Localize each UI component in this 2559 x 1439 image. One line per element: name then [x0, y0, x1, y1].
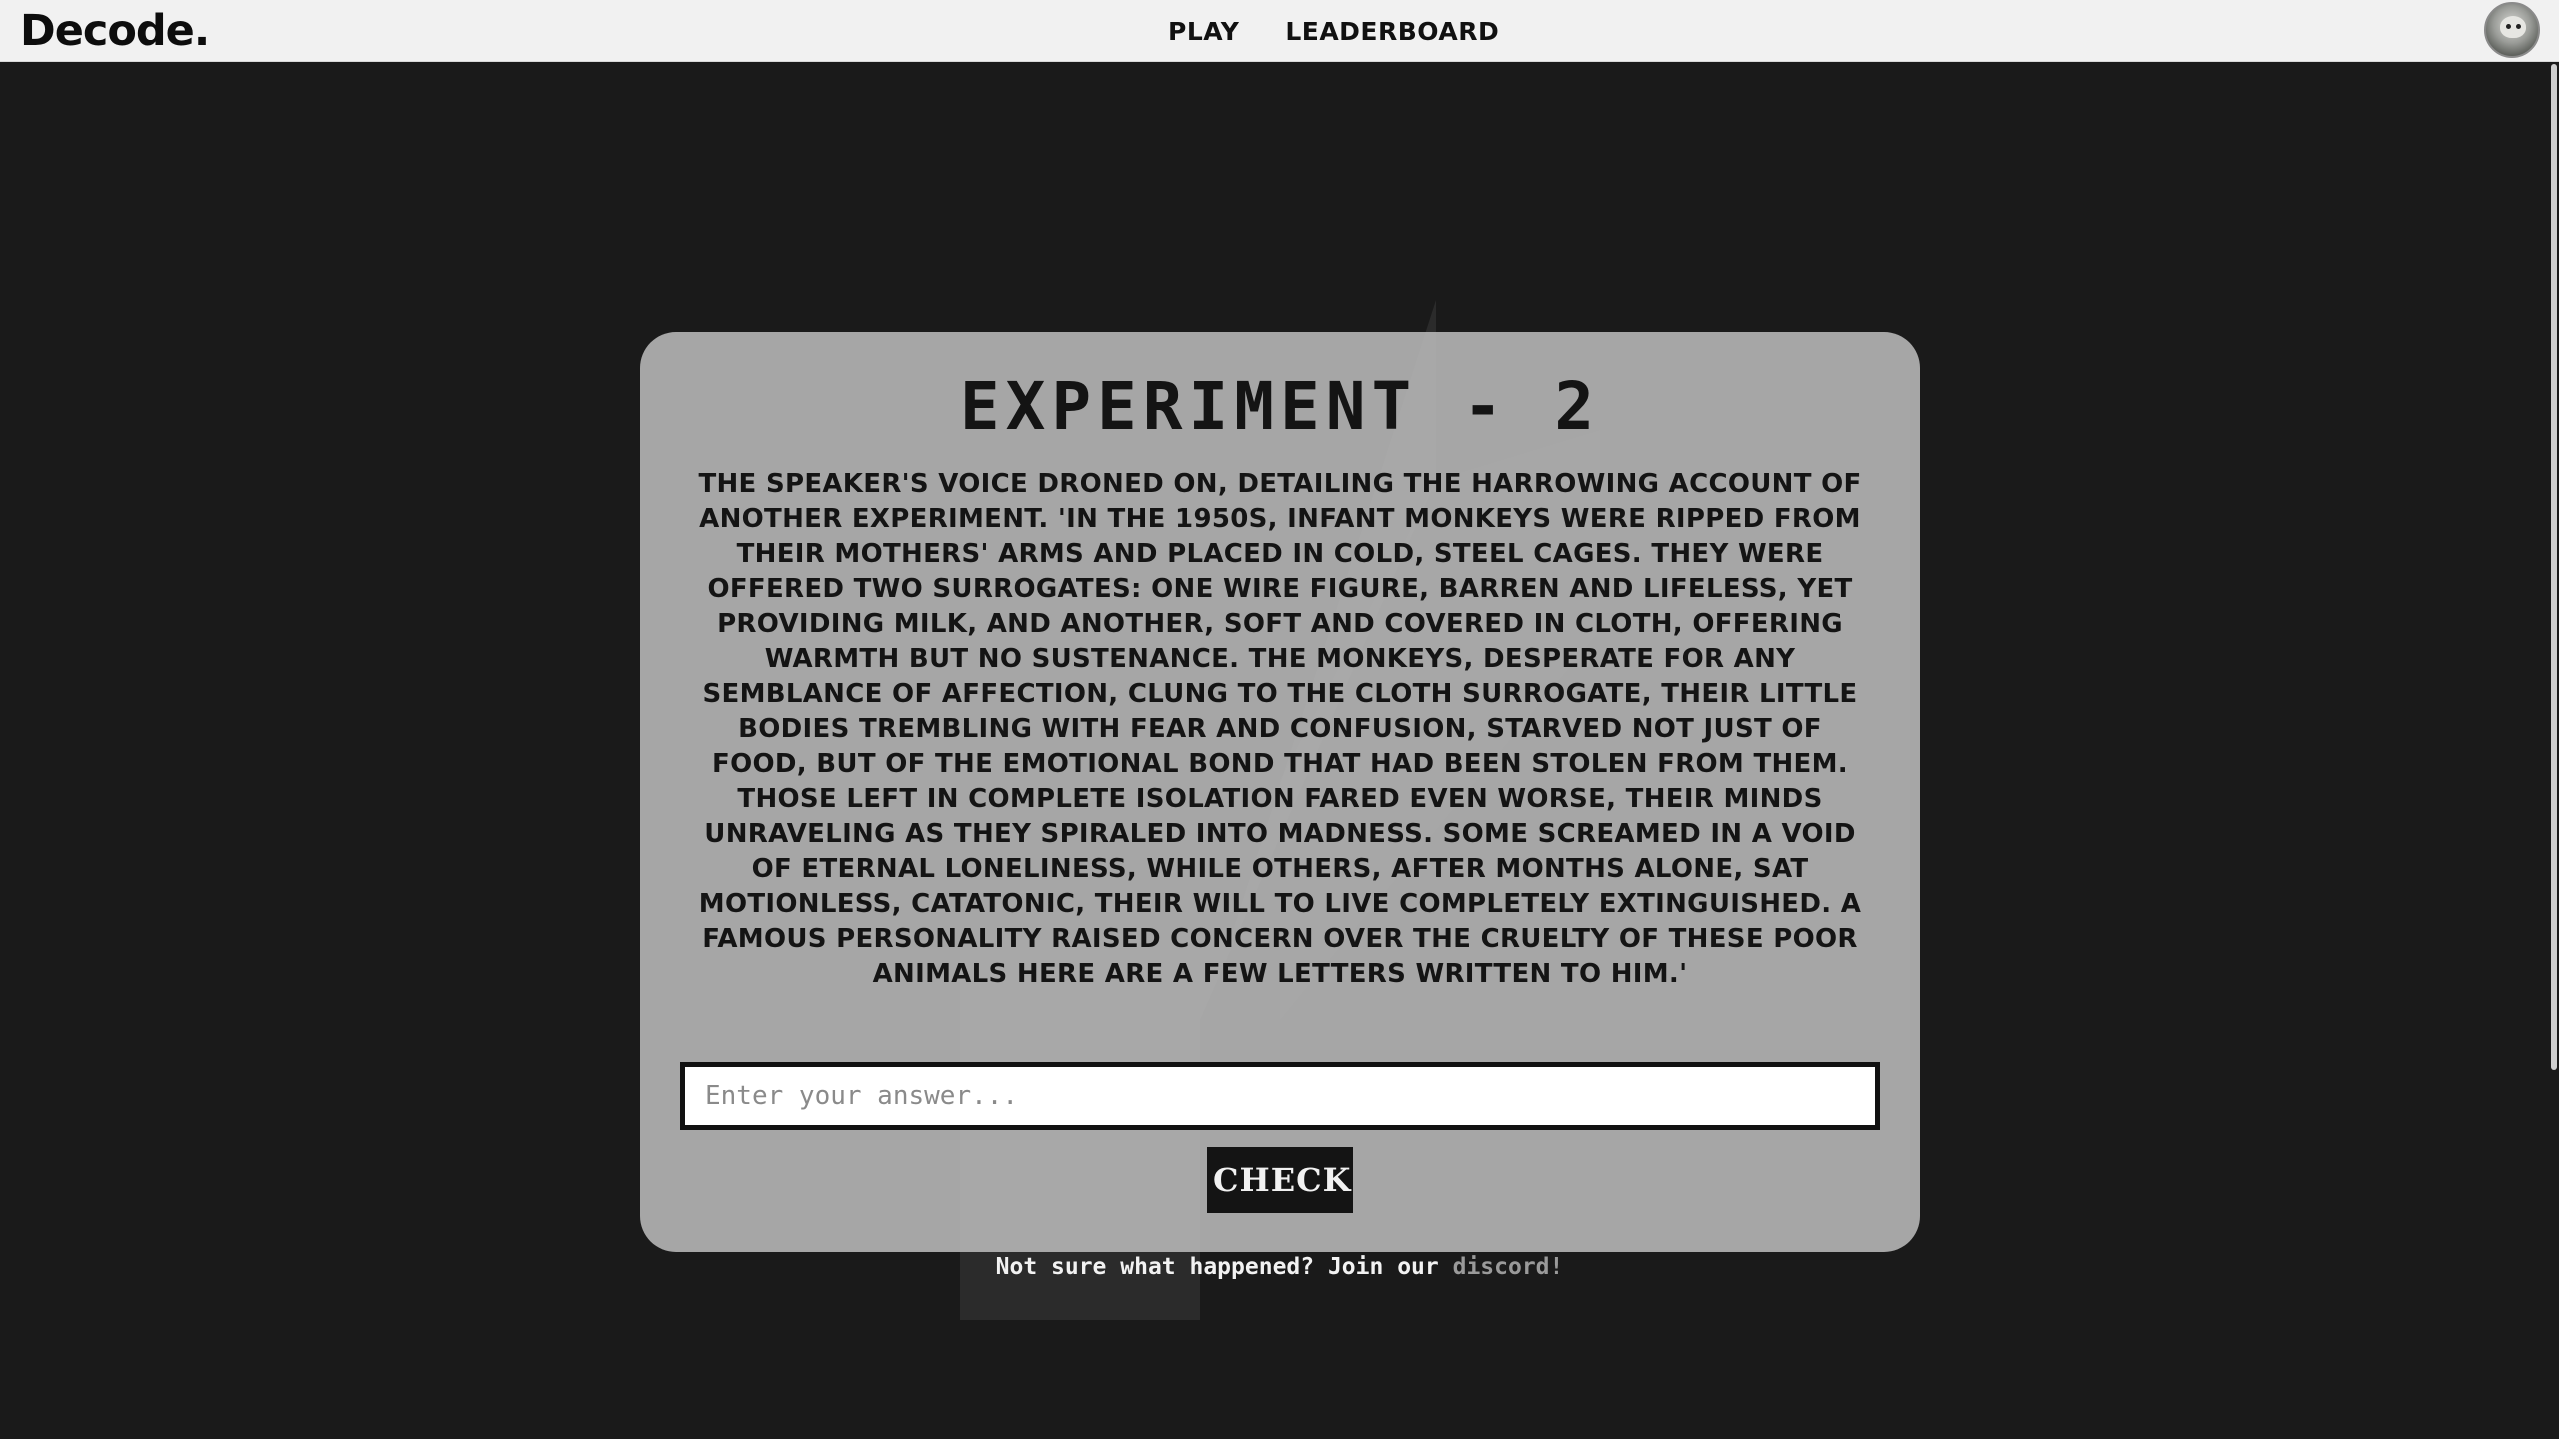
avatar-face [2500, 16, 2526, 38]
top-navbar: Decode. PLAY LEADERBOARD [0, 0, 2559, 62]
puzzle-story-text: The speaker's voice droned on, detailing… [698, 469, 1862, 989]
answer-input[interactable] [680, 1062, 1880, 1130]
nav-link-play[interactable]: PLAY [1168, 17, 1239, 46]
check-button[interactable]: CHECK [1207, 1147, 1353, 1213]
help-footer: Not sure what happened? Join our discord… [0, 1254, 2559, 1280]
puzzle-card: EXPERIMENT - 2 The speaker's voice drone… [640, 332, 1920, 1252]
nav-link-leaderboard[interactable]: LEADERBOARD [1285, 17, 1499, 46]
nav-links: PLAY LEADERBOARD [1168, 0, 1545, 62]
site-logo[interactable]: Decode. [20, 4, 210, 58]
avatar-eye-right [2516, 24, 2521, 29]
user-avatar-icon[interactable] [2484, 2, 2540, 58]
puzzle-title: EXPERIMENT - 2 [959, 368, 1601, 445]
discord-link[interactable]: discord! [1453, 1254, 1564, 1280]
help-text: Not sure what happened? Join our [995, 1254, 1453, 1280]
page-scrollbar-thumb[interactable] [2551, 64, 2557, 1070]
avatar-eye-left [2506, 24, 2511, 29]
